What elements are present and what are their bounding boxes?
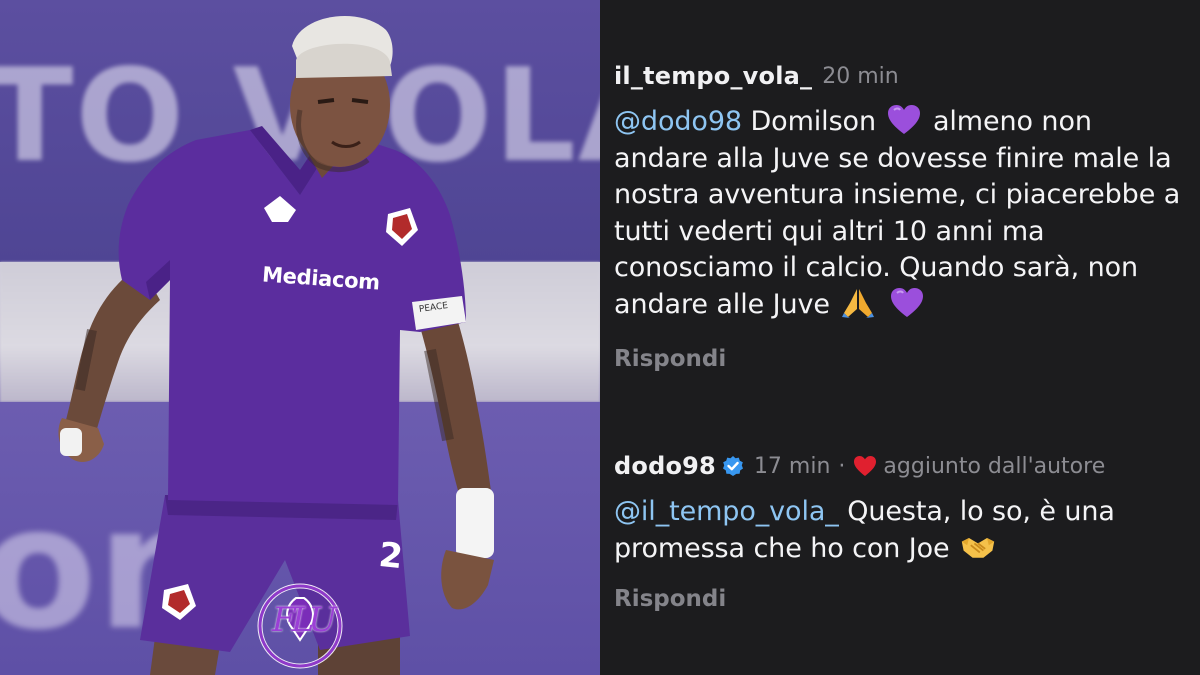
player-figure [58,16,494,675]
verified-badge-icon [722,456,743,476]
mention-link[interactable]: @dodo98 [614,106,742,137]
comment-username[interactable]: dodo98 [614,452,716,480]
comment-time: 17 min [753,453,831,479]
reply-button[interactable]: Rispondi [614,346,726,372]
comment-item: dodo98 17 min · aggiunto dall'autore @il… [614,448,1186,612]
heart-icon [854,456,877,476]
watermark-logo: FLU [272,600,337,640]
comment-meta: dodo98 17 min · aggiunto dall'autore [614,448,1186,484]
kit-number: 2 [376,534,405,578]
folded-hands-icon [842,288,875,318]
handshake-icon [961,537,995,558]
reply-button[interactable]: Rispondi [614,586,726,612]
comment-item: il_tempo_vola_ 20 min @dodo98 Domilson a… [614,58,1186,372]
comment-text: @il_tempo_vola_ Questa, lo so, è una pro… [614,494,1186,567]
mention-link[interactable]: @il_tempo_vola_ [614,496,839,527]
purple-heart-icon [890,287,923,317]
meta-separator: · [838,453,846,479]
comment-text-part: Domilson [750,106,876,137]
player-photo: TO VIOLA CLUB on [0,0,600,675]
comments-panel: il_tempo_vola_ 20 min @dodo98 Domilson a… [600,0,1200,675]
comment-meta: il_tempo_vola_ 20 min [614,58,1186,94]
comment-username[interactable]: il_tempo_vola_ [614,62,812,90]
comment-time: 20 min [822,63,899,89]
liked-by-author-label: aggiunto dall'autore [883,453,1106,479]
comment-text: @dodo98 Domilson almeno non andare alla … [614,104,1186,323]
purple-heart-icon [888,105,921,134]
